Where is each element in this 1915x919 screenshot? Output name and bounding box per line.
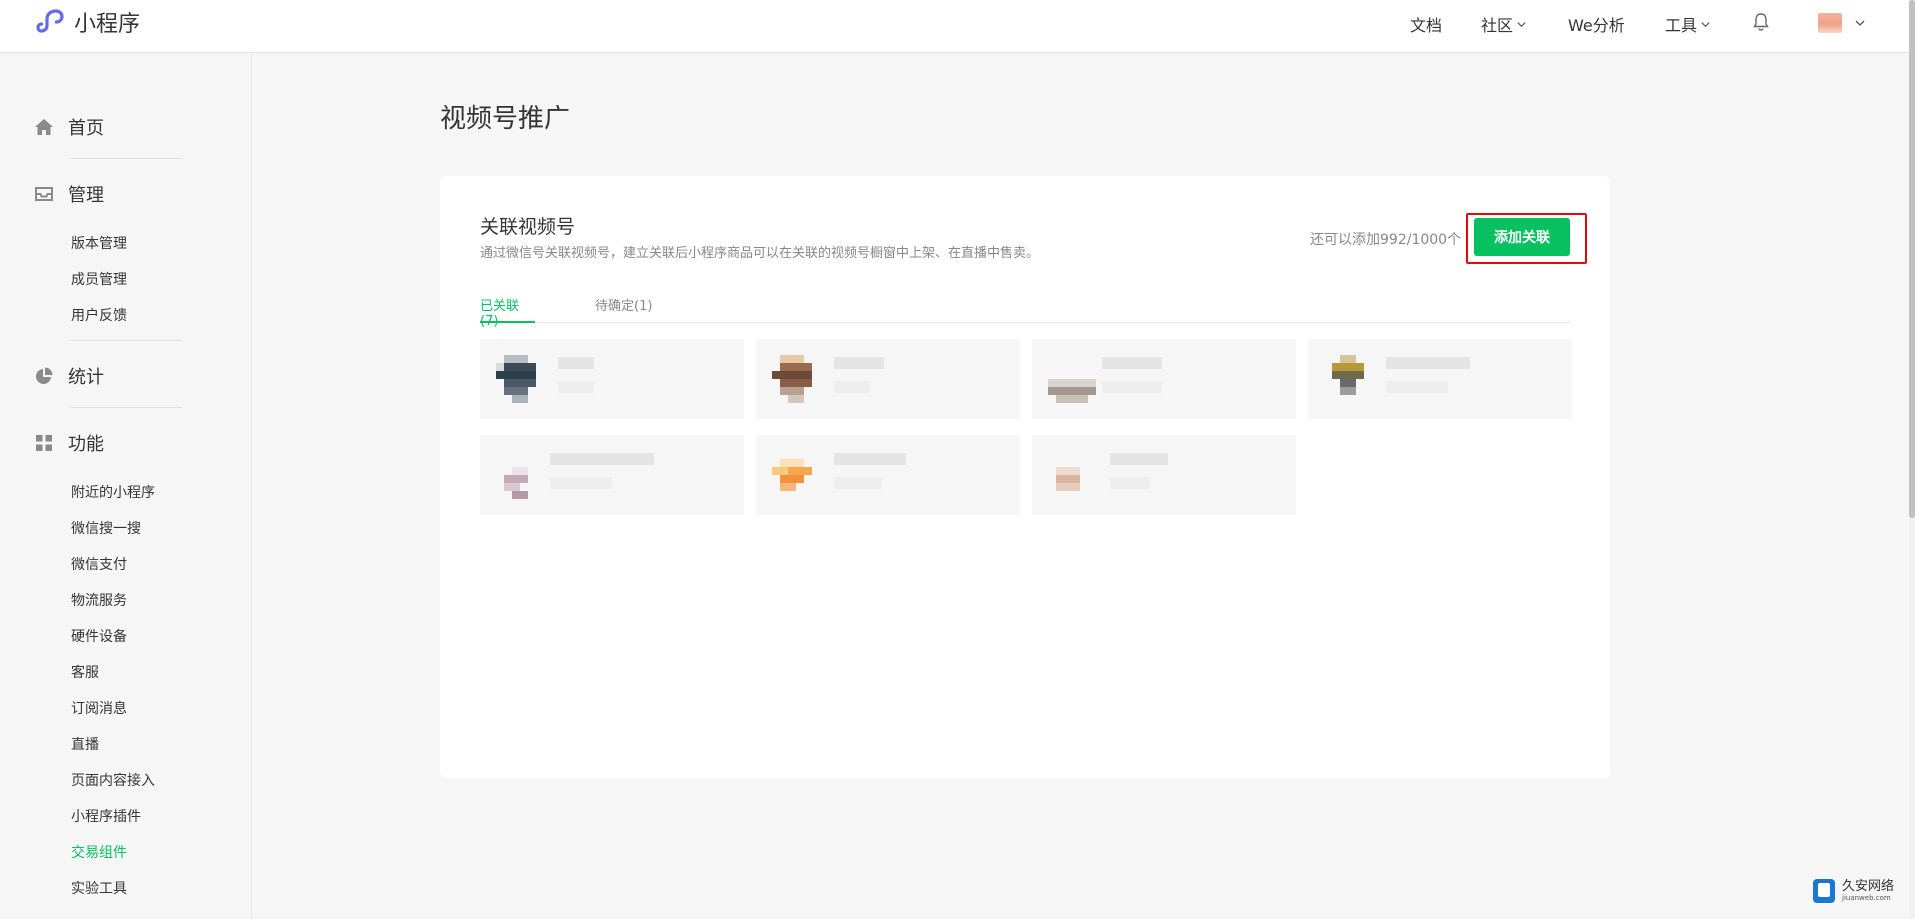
nav-tools-label: 工具 [1665,16,1698,35]
brand[interactable]: 小程序 [34,7,140,37]
channel-card[interactable] [480,435,744,515]
channel-meta-blur [834,381,870,393]
nav-docs-label: 文档 [1410,16,1443,35]
watermark-url: jiuanweb.com [1842,893,1891,902]
channel-name-blur [558,357,594,369]
pie-chart-icon [36,367,53,384]
sidebar-divider [70,407,182,408]
channel-avatar [1332,355,1364,395]
page-title: 视频号推广 [440,104,571,134]
channel-card[interactable] [480,339,744,419]
nav-community-label: 社区 [1481,16,1514,35]
sidebar-subitem-feedback[interactable]: 用户反馈 [71,305,127,325]
add-link-button[interactable]: 添加关联 [1474,218,1570,256]
tab-linked[interactable]: 已关联(7) [480,293,535,329]
sidebar-item-home[interactable]: 首页 [34,114,104,140]
sidebar-subitem-subscribe[interactable]: 订阅消息 [71,698,127,718]
channel-card[interactable] [756,339,1020,419]
channel-avatar [1056,467,1080,491]
channel-card[interactable] [756,435,1020,515]
sidebar-item-manage[interactable]: 管理 [34,181,104,207]
channel-card[interactable] [1032,339,1296,419]
sidebar-subitem-logistics[interactable]: 物流服务 [71,590,127,610]
home-icon [35,119,53,135]
channel-name-blur [834,453,906,465]
channel-name-blur [1386,357,1470,369]
channel-meta-blur [550,477,612,489]
sidebar-item-features[interactable]: 功能 [34,430,104,456]
channel-avatar [496,355,536,403]
chevron-down-icon [1701,21,1710,27]
brand-name: 小程序 [74,12,141,37]
sidebar-item-stats[interactable]: 统计 [34,363,104,389]
sidebar-subitem-members[interactable]: 成员管理 [71,269,127,289]
quota-text: 还可以添加992/1000个 [1310,232,1462,248]
channel-avatar [772,459,812,491]
sidebar-subitem-content[interactable]: 页面内容接入 [71,770,155,790]
channel-card[interactable] [1308,339,1572,419]
sidebar-item-label: 管理 [68,185,104,206]
sidebar-subitem-search[interactable]: 微信搜一搜 [71,518,141,538]
watermark: 久安网络 jiuanweb.com [1812,878,1894,904]
chevron-down-icon [1855,20,1865,26]
sidebar-subitem-nearby[interactable]: 附近的小程序 [71,482,155,502]
avatar [1818,13,1842,33]
nav-analysis[interactable]: We分析 [1568,12,1625,36]
channel-name-blur [550,453,654,465]
channel-meta-blur [1102,381,1162,393]
sidebar-subitem-version[interactable]: 版本管理 [71,233,127,253]
sidebar-subitem-lab[interactable]: 实验工具 [71,878,127,898]
channel-meta-blur [558,381,594,393]
tab-pending[interactable]: 待确定(1) [595,293,652,323]
channel-avatar [504,467,528,499]
watermark-logo-icon [1813,879,1835,903]
channel-name-blur [1110,453,1168,465]
miniprogram-logo-icon [36,9,64,33]
tabs: 已关联(7) 待确定(1) [480,293,1570,329]
sidebar-subitem-trade[interactable]: 交易组件 [71,842,127,862]
chevron-down-icon [1517,21,1526,27]
sidebar: 首页 管理 版本管理 成员管理 用户反馈 统计 功能 附近的小程序 微信搜一搜 … [0,54,252,919]
channel-name-blur [834,357,884,369]
sidebar-divider [70,158,182,159]
scrollbar-thumb[interactable] [1909,0,1915,518]
sidebar-item-label: 首页 [68,118,104,139]
inbox-icon [35,187,53,201]
sidebar-subitem-pay[interactable]: 微信支付 [71,554,127,574]
sidebar-subitem-plugin[interactable]: 小程序插件 [71,806,141,826]
channel-avatar [1048,379,1096,403]
channel-meta-blur [1110,477,1150,489]
top-bar: 小程序 文档 社区 We分析 工具 [0,0,1910,53]
nav-analysis-label: We分析 [1568,16,1625,35]
channel-avatar [772,355,812,403]
grid-icon [36,435,52,451]
card-title: 关联视频号 [480,216,576,238]
channel-meta-blur [834,477,882,489]
card-description: 通过微信号关联视频号，建立关联后小程序商品可以在关联的视频号橱窗中上架、在直播中… [480,246,1040,261]
nav-docs[interactable]: 文档 [1410,12,1442,36]
sidebar-subitem-service[interactable]: 客服 [71,662,99,682]
sidebar-item-label: 功能 [68,434,104,455]
channel-card[interactable] [1032,435,1296,515]
channel-name-blur [1102,357,1162,369]
watermark-text: 久安网络 [1842,878,1895,894]
channels-card: 关联视频号 通过微信号关联视频号，建立关联后小程序商品可以在关联的视频号橱窗中上… [440,176,1610,778]
sidebar-subitem-hardware[interactable]: 硬件设备 [71,626,127,646]
sidebar-item-label: 统计 [68,367,104,388]
bell-icon[interactable] [1752,12,1770,32]
sidebar-subitem-live[interactable]: 直播 [71,734,99,754]
account-menu[interactable] [1818,13,1866,33]
nav-community[interactable]: 社区 [1481,12,1527,36]
scrollbar[interactable] [1909,0,1915,919]
nav-tools[interactable]: 工具 [1665,12,1711,36]
channel-meta-blur [1386,381,1448,393]
sidebar-divider [70,340,182,341]
